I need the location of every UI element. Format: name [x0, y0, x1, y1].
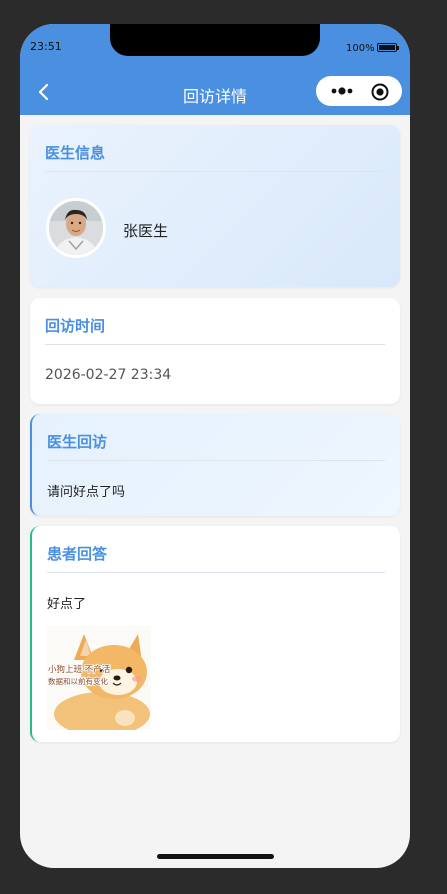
more-dots-icon[interactable] [330, 84, 356, 98]
avatar[interactable] [46, 198, 106, 258]
doctor-avatar-photo [49, 201, 103, 255]
status-time: 23:51 [30, 40, 62, 53]
doctor-name: 张医生 [123, 222, 169, 240]
svg-text:小狗上班·不产活: 小狗上班·不产活 [48, 664, 111, 675]
answer-image[interactable]: 小狗上班·不产活 数据和以前有变化 [47, 626, 151, 736]
patient-answer-card: 患者回答 好点了 小狗上班·不产活 数据和以前有变化 [30, 526, 400, 742]
divider [45, 171, 385, 172]
cartoon-dog-image: 小狗上班·不产活 数据和以前有变化 [47, 626, 151, 736]
doctor-info-card: 医生信息 张医生 [30, 125, 400, 287]
battery-percent: 100% [346, 43, 375, 54]
battery-icon [377, 43, 399, 52]
nav-header: 23:51 100% 回访详情 [20, 24, 410, 115]
divider [47, 460, 385, 461]
record-target-icon[interactable] [371, 83, 389, 101]
section-title: 回访时间 [45, 317, 106, 335]
section-title: 患者回答 [47, 545, 108, 563]
mini-program-capsule [316, 76, 402, 106]
divider [47, 572, 385, 573]
visit-time-card: 回访时间 2026-02-27 23:34 [30, 298, 400, 404]
patient-answer-text: 好点了 [47, 597, 87, 612]
section-title: 医生信息 [45, 144, 106, 162]
notch [110, 24, 320, 56]
svg-text:数据和以前有变化: 数据和以前有变化 [48, 676, 108, 686]
section-title: 医生回访 [47, 433, 108, 451]
doctor-reply-text: 请问好点了吗 [47, 485, 126, 500]
doctor-reply-card: 医生回访 请问好点了吗 [30, 414, 400, 516]
divider [45, 344, 385, 345]
phone-screen: 23:51 100% 回访详情 医生信息 张医生 回访时间 2026-02-27… [20, 24, 410, 868]
visit-time-value: 2026-02-27 23:34 [45, 367, 172, 383]
home-indicator [157, 854, 274, 859]
